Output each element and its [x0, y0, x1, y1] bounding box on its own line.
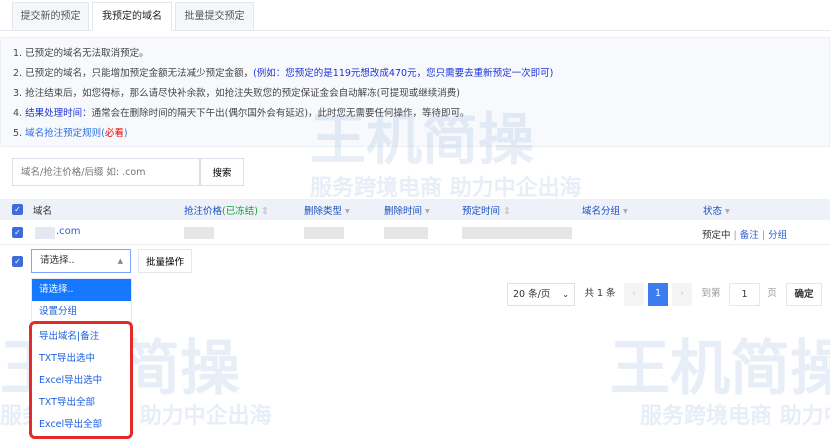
rules-link[interactable]: 域名抢注预定规则(必看) [25, 128, 127, 139]
rules-link-paren: ) [123, 128, 128, 139]
notice-line-2: 2. 已预定的域名，只能增加预定金额无法减少预定金额，(例如：您预定的是119元… [13, 64, 817, 84]
blurred-delete-type [304, 227, 344, 239]
option-set-group[interactable]: 设置分组 [32, 301, 131, 323]
note-link[interactable]: 备注 [740, 230, 759, 241]
table-header: ✓ 域名 抢注价格(已冻结) ⇕ 删除类型 ▾ 删除时间 ▾ 预定时间 ⇕ 域名… [0, 199, 830, 220]
notice-line-1: 1. 已预定的域名无法取消预定。 [13, 48, 149, 59]
page-size-value: 20 条/页 [513, 289, 551, 300]
search-input[interactable] [12, 158, 200, 186]
chevron-down-icon: ⌄ [562, 290, 569, 299]
filter-icon: ▾ [623, 206, 628, 217]
filter-icon: ▾ [345, 206, 350, 217]
filter-icon: ▾ [425, 206, 430, 217]
filter-icon: ▾ [725, 206, 730, 217]
col-delete-time[interactable]: 删除时间 ▾ [384, 203, 430, 217]
watermark-slogan: 服务跨境电商 助力中企出海 [310, 176, 582, 201]
prev-page-button[interactable]: ‹ [624, 283, 644, 306]
sort-icon: ⇕ [260, 206, 269, 217]
notice-text: 2. 已预定的域名，只能增加预定金额无法减少预定金额， [13, 68, 254, 79]
blurred-price [184, 227, 214, 239]
select-value: 请选择.. [40, 255, 75, 266]
tab-submit-new[interactable]: 提交新的预定 [12, 2, 89, 31]
goto-confirm-button[interactable]: 确定 [786, 283, 822, 306]
bulk-action-button[interactable]: 批量操作 [138, 249, 192, 273]
col-price[interactable]: 抢注价格(已冻结) ⇕ [184, 203, 269, 217]
notice-example: (例如：您预定的是119元想改成470元，您只需要去重新预定一次即可) [253, 68, 554, 79]
tab-bar: 提交新的预定 我预定的域名 批量提交预定 [0, 0, 830, 31]
sort-icon: ⇕ [503, 206, 512, 217]
col-status[interactable]: 状态 ▾ [703, 203, 730, 217]
table-row: ✓ .com 预定中 | 备注 | 分组 [0, 221, 830, 245]
col-label: 删除类型 [304, 206, 343, 217]
tab-batch-submit[interactable]: 批量提交预定 [175, 2, 254, 31]
row-actions: 预定中 | 备注 | 分组 [702, 230, 788, 241]
domain-link[interactable]: .com [56, 226, 81, 237]
group-link[interactable]: 分组 [768, 230, 787, 241]
notice-text: 通常会在删除时间的隔天下午出(偶尔国外会有延迟)，此时您无需要任何操作，等待即可… [91, 108, 470, 119]
goto-label: 到第 [701, 288, 721, 299]
col-label: 域名分组 [582, 206, 621, 217]
page-size-select[interactable]: 20 条/页 ⌄ [507, 283, 575, 306]
col-price-label: 抢注价格 [184, 206, 223, 217]
search-button[interactable]: 搜索 [200, 158, 244, 186]
col-label: 状态 [703, 206, 723, 217]
col-reserve-time[interactable]: 预定时间 ⇕ [462, 203, 511, 217]
status-text: 预定中 [702, 230, 731, 241]
col-price-frozen: (已冻结) [222, 206, 258, 217]
col-label: 预定时间 [462, 206, 501, 217]
goto-page-input[interactable]: 1 [729, 283, 760, 306]
notice-label: 结果处理时间： [25, 108, 92, 119]
blurred-reserve-time [462, 227, 572, 239]
notice-line-3: 3. 抢注结束后，如您得标，那么请尽快补余款，如抢注失败您的预定保证金会自动解冻… [13, 88, 460, 99]
notice-line-4: 4. 结果处理时间：通常会在删除时间的隔天下午出(偶尔国外会有延迟)，此时您无需… [13, 104, 817, 124]
col-domain: 域名 [33, 206, 53, 217]
row-checkbox[interactable]: ✓ [12, 227, 23, 238]
blurred-delete-time [384, 227, 428, 239]
option-placeholder[interactable]: 请选择.. [32, 279, 131, 301]
page-unit: 页 [767, 288, 777, 299]
caret-up-icon: ▲ [117, 257, 123, 265]
col-delete-type[interactable]: 删除类型 ▾ [304, 203, 350, 217]
select-all-checkbox[interactable]: ✓ [12, 204, 23, 215]
next-page-button[interactable]: › [672, 283, 692, 306]
page-1-button[interactable]: 1 [648, 283, 668, 306]
watermark-slogan-3: 服务跨境电商 助力中企出海 [640, 404, 830, 429]
watermark-brand-3: 王机简操 [610, 334, 830, 404]
notice-num: 5. [13, 128, 26, 139]
blurred-domain [35, 227, 55, 239]
notice-box: 1. 已预定的域名无法取消预定。 2. 已预定的域名，只能增加预定金额无法减少预… [0, 37, 830, 147]
highlight-box [29, 321, 133, 439]
col-label: 删除时间 [384, 206, 423, 217]
notice-num: 4. [13, 108, 26, 119]
rules-link-text: 域名抢注预定规则( [25, 128, 105, 139]
bulk-action-select[interactable]: 请选择.. ▲ [31, 249, 131, 273]
bulk-checkbox[interactable]: ✓ [12, 256, 23, 267]
total-count: 共 1 条 [584, 288, 616, 299]
col-group[interactable]: 域名分组 ▾ [582, 203, 628, 217]
notice-line-5: 5. 域名抢注预定规则(必看) [13, 124, 817, 144]
must-read: 必看 [104, 128, 124, 139]
tab-my-reservations[interactable]: 我预定的域名 [92, 2, 172, 31]
